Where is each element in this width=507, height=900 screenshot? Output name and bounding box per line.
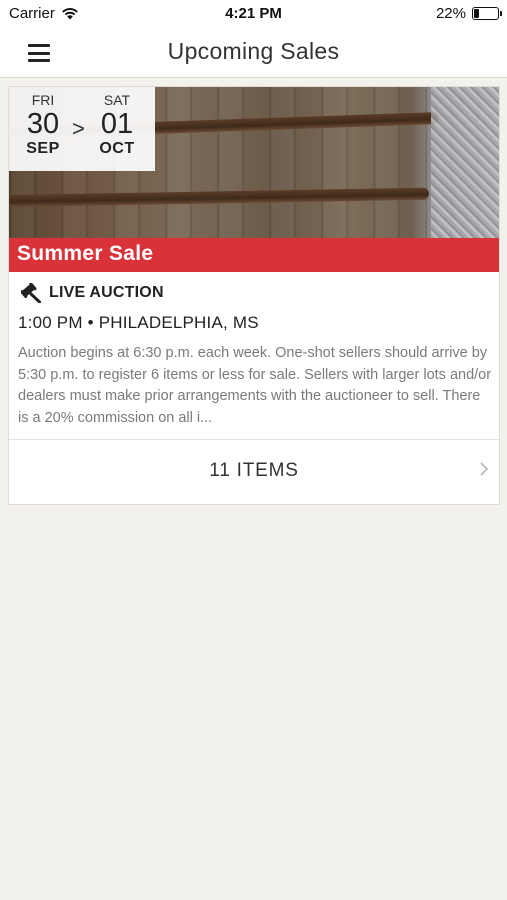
start-month: SEP (26, 140, 60, 157)
status-time: 4:21 PM (225, 5, 282, 22)
end-weekday: SAT (103, 92, 131, 108)
auction-type-label: LIVE AUCTION (49, 284, 164, 301)
start-weekday: FRI (31, 92, 55, 108)
view-items-button[interactable]: 11 ITEMS (9, 440, 499, 505)
battery-percent: 22% (435, 5, 466, 22)
sale-title: Summer Sale (17, 242, 154, 265)
gavel-icon (21, 283, 41, 303)
date-separator: > (72, 116, 85, 141)
chevron-right-icon (479, 460, 489, 483)
sale-hero-image: FRI 30 SEP > SAT 01 OCT Summer Sale (9, 87, 499, 272)
battery-fill (474, 9, 479, 18)
sale-title-banner: Summer Sale (9, 238, 499, 272)
battery-icon (472, 7, 502, 20)
start-day: 30 (26, 108, 60, 140)
sale-time-location: 1:00 PM • PHILADELPHIA, MS (18, 313, 259, 332)
auction-type: LIVE AUCTION (21, 283, 164, 303)
end-day: 01 (100, 108, 134, 140)
status-bar: Carrier 4:21 PM 22% (0, 0, 507, 28)
end-month: OCT (99, 140, 135, 157)
start-date: FRI 30 SEP (15, 92, 71, 158)
page-title: Upcoming Sales (167, 38, 340, 64)
end-date: SAT 01 OCT (89, 92, 145, 158)
sale-card[interactable]: FRI 30 SEP > SAT 01 OCT Summer Sale LIVE… (8, 86, 500, 505)
items-count-label: 11 ITEMS (209, 460, 299, 481)
date-range-badge: FRI 30 SEP > SAT 01 OCT (9, 87, 155, 171)
battery-tip (500, 11, 502, 16)
sale-description: Auction begins at 6:30 p.m. each week. O… (18, 345, 492, 426)
status-right: 22% (435, 5, 502, 22)
navigation-bar: Upcoming Sales (0, 28, 507, 78)
